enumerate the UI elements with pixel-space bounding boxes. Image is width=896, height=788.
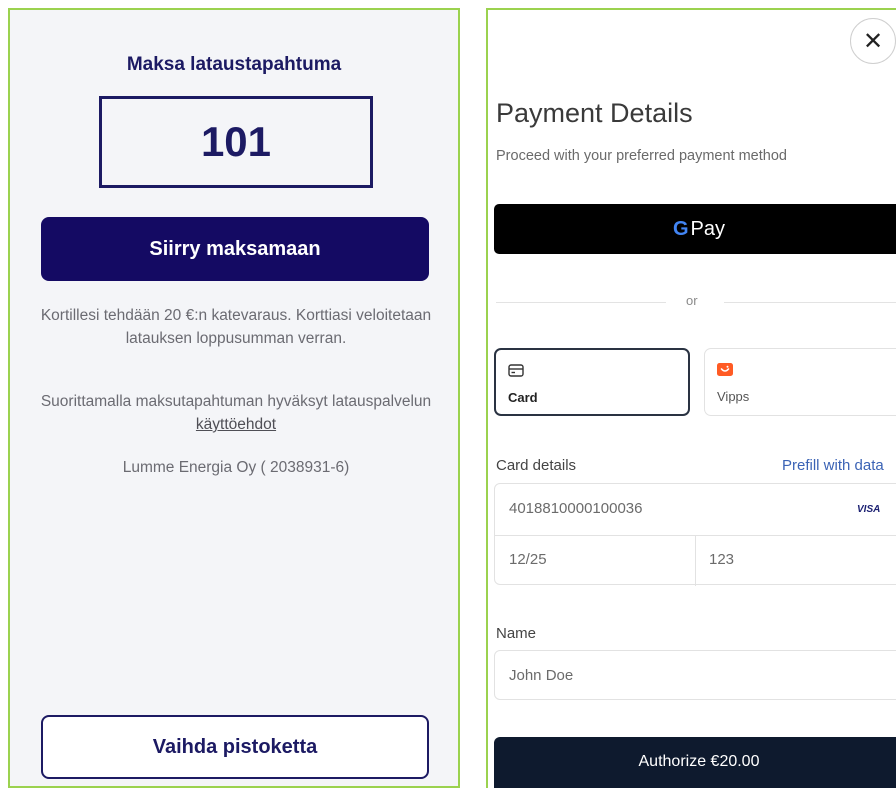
go-to-payment-button[interactable]: Siirry maksamaan — [41, 217, 429, 281]
prefill-data-link[interactable]: Prefill with data — [782, 457, 884, 474]
card-details-label: Card details — [496, 457, 577, 474]
google-pay-button[interactable]: G Pay — [494, 204, 896, 254]
payment-details-subtitle: Proceed with your preferred payment meth… — [496, 148, 787, 164]
terms-link[interactable]: käyttöehdot — [196, 416, 276, 433]
close-icon: ✕ — [862, 27, 884, 55]
or-divider: or — [496, 293, 896, 313]
charger-code-display: 101 — [99, 96, 373, 188]
charging-payment-panel: Maksa lataustapahtuma 101 Siirry maksama… — [8, 8, 460, 788]
or-text: or — [686, 293, 698, 308]
visa-icon: VISA — [857, 504, 881, 515]
page-title: Maksa lataustapahtuma — [126, 54, 342, 75]
credit-card-icon — [508, 364, 524, 377]
card-fields-group: 4018810000100036 VISA 12/25 123 — [494, 483, 896, 586]
vipps-icon — [717, 363, 733, 376]
payment-method-card-label: Card — [508, 390, 538, 405]
card-number-field[interactable]: 4018810000100036 VISA — [495, 484, 896, 536]
expiry-field[interactable]: 12/25 — [509, 551, 547, 568]
name-label: Name — [496, 625, 537, 642]
authorize-button[interactable]: Authorize €20.00 — [494, 737, 896, 788]
name-input[interactable]: John Doe — [494, 650, 896, 700]
close-button[interactable]: ✕ — [850, 18, 896, 64]
payment-details-panel: ✕ Payment Details Proceed with your pref… — [486, 8, 896, 788]
card-number-value: 4018810000100036 — [509, 500, 643, 517]
terms-info-text: Suorittamalla maksutapahtuman hyväksyt l… — [40, 390, 432, 436]
payment-details-title: Payment Details — [496, 98, 693, 128]
google-g-icon: G — [672, 217, 689, 240]
payment-method-vipps[interactable]: Vipps — [704, 348, 896, 416]
company-info: Lumme Energia Oy ( 2038931-6) — [122, 459, 350, 476]
google-pay-label: Pay — [690, 217, 726, 240]
reservation-info-text: Kortillesi tehdään 20 €:n katevaraus. Ko… — [40, 307, 432, 347]
terms-info-prefix: Suorittamalla maksutapahtuman hyväksyt l… — [40, 393, 432, 410]
cvc-field[interactable]: 123 — [709, 551, 734, 568]
change-connector-button[interactable]: Vaihda pistoketta — [41, 715, 429, 779]
payment-method-card[interactable]: Card — [494, 348, 690, 416]
payment-method-vipps-label: Vipps — [717, 389, 750, 404]
